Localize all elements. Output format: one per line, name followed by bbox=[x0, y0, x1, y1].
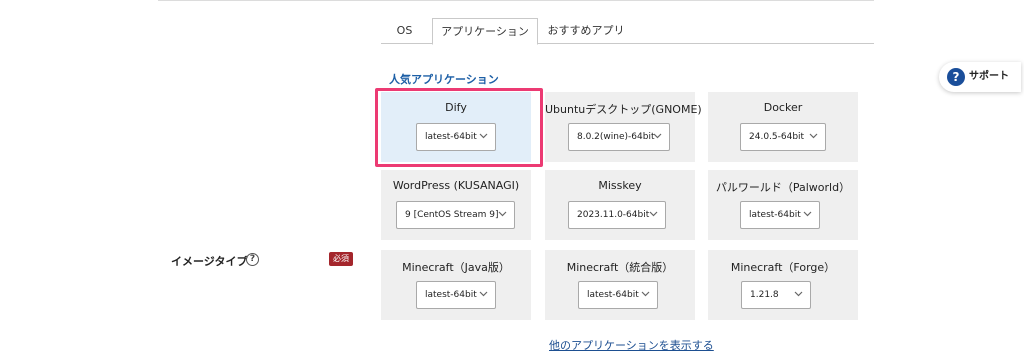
chevron-down-icon bbox=[649, 211, 658, 217]
version-select-value: 2023.11.0-64bit bbox=[577, 210, 650, 220]
show-more-apps-link[interactable]: 他のアプリケーションを表示する bbox=[549, 337, 714, 353]
app-card-minecraft-bedrock[interactable]: Minecraft（統合版） latest-64bit bbox=[545, 250, 695, 320]
app-card-dify[interactable]: Dify latest-64bit bbox=[381, 92, 531, 162]
app-card-wordpress-kusanagi[interactable]: WordPress (KUSANAGI) 9 [CentOS Stream 9] bbox=[381, 170, 531, 240]
chevron-down-icon bbox=[498, 211, 507, 217]
chevron-down-icon bbox=[794, 291, 803, 297]
app-card-minecraft-java[interactable]: Minecraft（Java版） latest-64bit bbox=[381, 250, 531, 320]
version-select-minecraft-forge[interactable]: 1.21.8 bbox=[741, 281, 811, 309]
tab-application[interactable]: アプリケーション bbox=[432, 18, 538, 45]
app-card-title: Minecraft（Java版） bbox=[402, 261, 510, 274]
image-type-label: イメージタイプ bbox=[171, 255, 248, 268]
version-select-value: latest-64bit bbox=[587, 290, 639, 300]
version-select-value: latest-64bit bbox=[749, 210, 801, 220]
app-card-misskey[interactable]: Misskey 2023.11.0-64bit bbox=[545, 170, 695, 240]
app-card-title: Minecraft（統合版） bbox=[566, 261, 674, 274]
app-card-docker[interactable]: Docker 24.0.5-64bit bbox=[708, 92, 858, 162]
tab-recommended-apps[interactable]: おすすめアプリ bbox=[541, 18, 631, 44]
chevron-down-icon bbox=[809, 133, 818, 139]
app-card-minecraft-forge[interactable]: Minecraft（Forge） 1.21.8 bbox=[708, 250, 858, 320]
version-select-misskey[interactable]: 2023.11.0-64bit bbox=[568, 201, 666, 229]
app-card-title: Misskey bbox=[598, 179, 642, 192]
support-button[interactable]: ? サポート bbox=[939, 62, 1021, 92]
app-card-title: Minecraft（Forge） bbox=[730, 261, 836, 274]
required-badge: 必須 bbox=[329, 252, 353, 266]
version-select-minecraft-java[interactable]: latest-64bit bbox=[416, 281, 496, 309]
tab-os[interactable]: OS bbox=[381, 18, 428, 44]
version-select-dify[interactable]: latest-64bit bbox=[416, 123, 496, 151]
app-card-title: パルワールド（Palworld） bbox=[715, 181, 851, 194]
version-select-value: latest-64bit bbox=[425, 290, 477, 300]
support-label: サポート bbox=[969, 71, 1009, 82]
app-card-ubuntu-desktop[interactable]: Ubuntuデスクトップ(GNOME) 8.0.2(wine)-64bit bbox=[545, 92, 702, 162]
app-card-title: Ubuntuデスクトップ(GNOME) bbox=[545, 103, 702, 116]
version-select-palworld[interactable]: latest-64bit bbox=[740, 201, 820, 229]
version-select-minecraft-bedrock[interactable]: latest-64bit bbox=[578, 281, 658, 309]
app-card-title: Dify bbox=[445, 101, 467, 114]
chevron-down-icon bbox=[803, 211, 812, 217]
app-card-title: Docker bbox=[763, 101, 803, 114]
version-select-value: latest-64bit bbox=[425, 132, 477, 142]
version-select-ubuntu-desktop[interactable]: 8.0.2(wine)-64bit bbox=[568, 123, 670, 151]
version-select-wordpress-kusanagi[interactable]: 9 [CentOS Stream 9] bbox=[396, 201, 515, 229]
app-card-title: WordPress (KUSANAGI) bbox=[392, 179, 520, 192]
version-select-value: 8.0.2(wine)-64bit bbox=[577, 132, 655, 142]
chevron-down-icon bbox=[641, 291, 650, 297]
top-divider bbox=[158, 0, 874, 1]
version-select-value: 1.21.8 bbox=[750, 290, 779, 300]
help-icon[interactable]: ? bbox=[246, 253, 259, 266]
section-title-popular-apps: 人気アプリケーション bbox=[389, 73, 499, 86]
chevron-down-icon bbox=[479, 291, 488, 297]
tab-bar: OS アプリケーション おすすめアプリ bbox=[381, 18, 874, 45]
version-select-value: 9 [CentOS Stream 9] bbox=[405, 210, 499, 220]
chevron-down-icon bbox=[479, 133, 488, 139]
chevron-down-icon bbox=[653, 133, 662, 139]
version-select-value: 24.0.5-64bit bbox=[749, 132, 805, 142]
app-card-palworld[interactable]: パルワールド（Palworld） latest-64bit bbox=[708, 170, 858, 240]
version-select-docker[interactable]: 24.0.5-64bit bbox=[740, 123, 826, 151]
question-icon: ? bbox=[947, 68, 965, 86]
